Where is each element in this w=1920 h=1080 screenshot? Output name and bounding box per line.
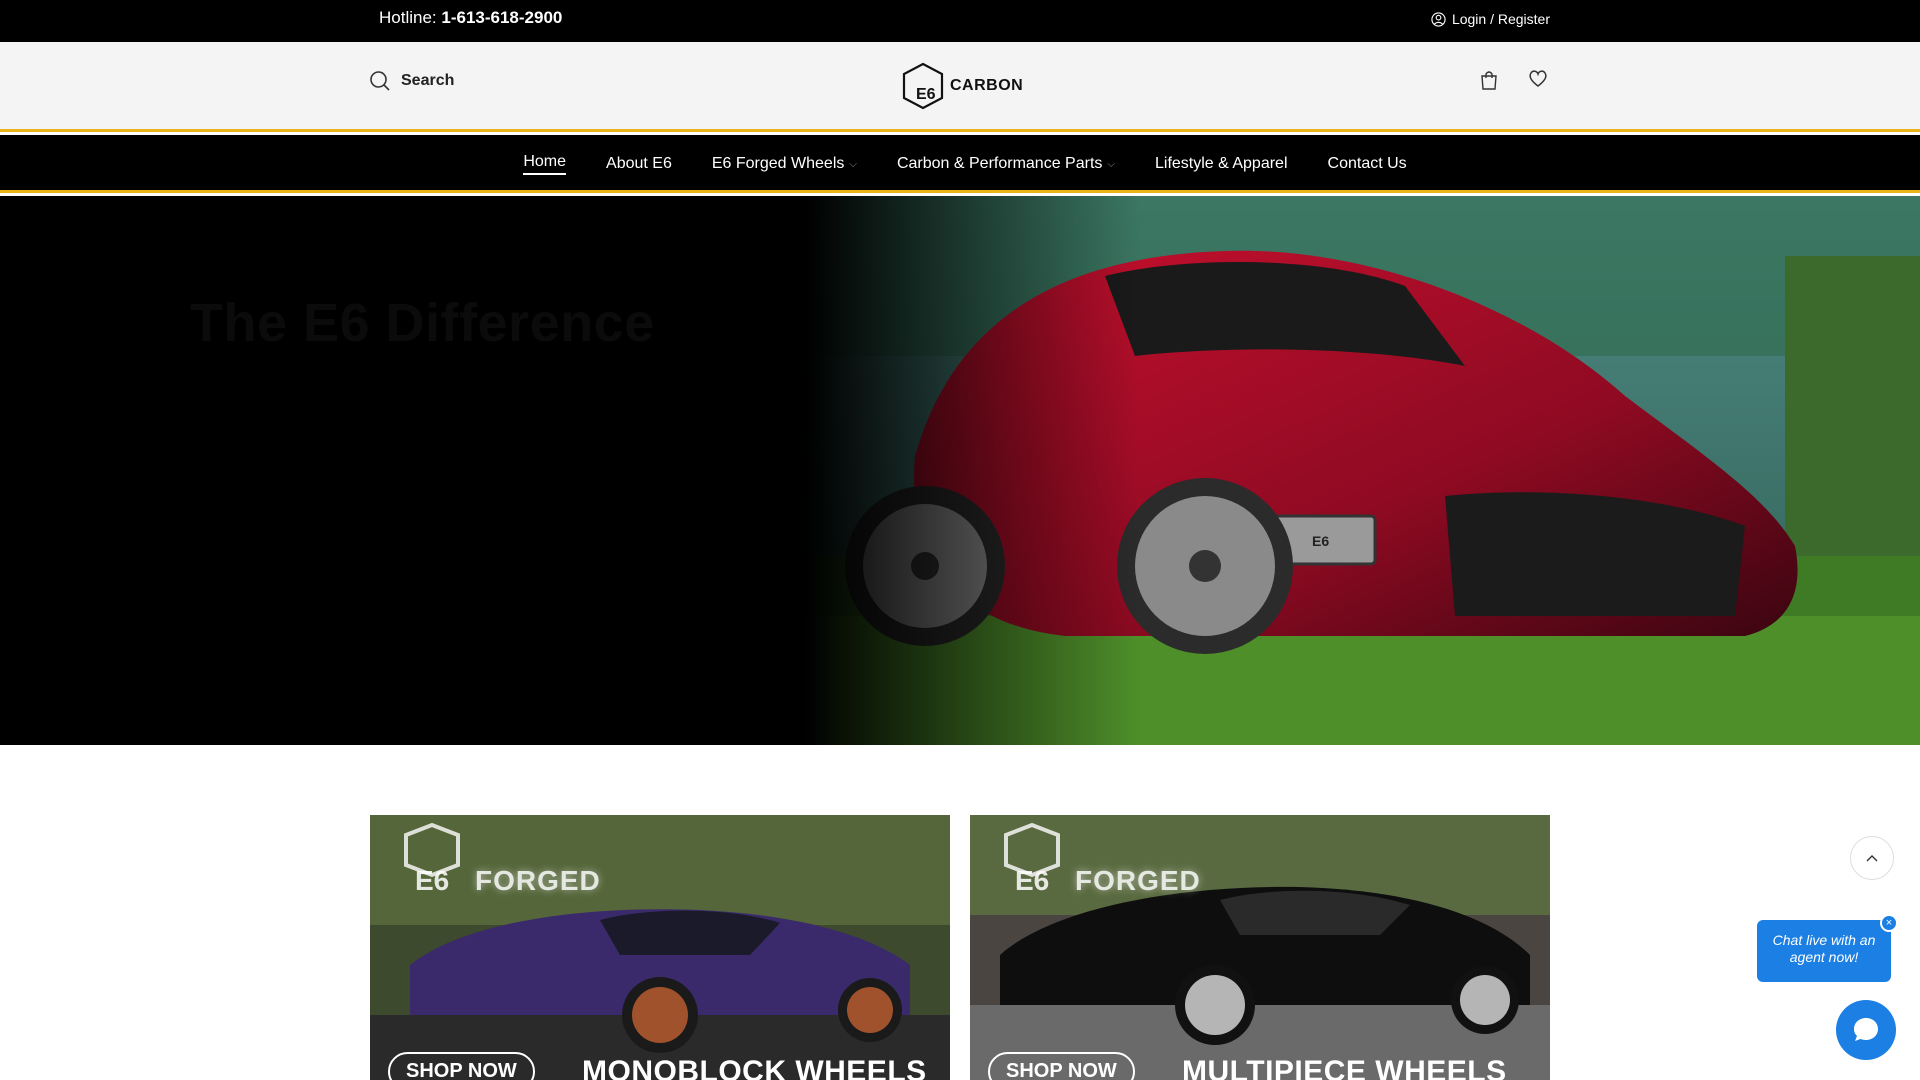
nav-item-label: Lifestyle & Apparel (1154, 155, 1288, 172)
search-button[interactable]: Search (369, 70, 454, 92)
shop-now-button[interactable]: SHOP NOW (388, 1052, 535, 1080)
chat-launcher-button[interactable] (1836, 1000, 1896, 1060)
logo-mark: E6 (916, 86, 936, 103)
nav-item-label: About E6 (606, 155, 672, 172)
chat-icon (1854, 1018, 1878, 1041)
user-icon (1431, 11, 1446, 27)
card-title: MULTIPIECE WHEELS (1182, 1055, 1507, 1080)
nav-item-lifestyle[interactable]: Lifestyle & Apparel (1155, 153, 1288, 175)
logo-hexagon-icon: E6 (902, 62, 944, 110)
nav-list: Home About E6 E6 Forged Wheels ⌵ Carbon &… (0, 135, 1920, 175)
nav-item-home[interactable]: Home (523, 153, 567, 175)
card-monoblock-wheels[interactable]: E6 FORGED SHOP NOW MONOBLOCK WHEELS (370, 815, 950, 1080)
nav-item-label: Carbon & Performance Parts (896, 155, 1103, 172)
chevron-down-icon: ⌵ (849, 158, 857, 170)
nav-item-label: Home (523, 153, 567, 175)
nav-item-carbon-parts[interactable]: Carbon & Performance Parts ⌵ (897, 153, 1115, 175)
nav-item-forged-wheels[interactable]: E6 Forged Wheels ⌵ (712, 153, 857, 175)
card-multipiece-wheels[interactable]: E6 FORGED SHOP NOW MULTIPIECE WHEELS (970, 815, 1550, 1080)
chevron-down-icon: ⌵ (1107, 158, 1115, 170)
chat-prompt-text: Chat live with an agent now! (1772, 932, 1876, 965)
site-logo[interactable]: E6 CARBON (900, 62, 1023, 110)
nav-item-contact[interactable]: Contact Us (1328, 153, 1407, 175)
chevron-up-icon (1866, 855, 1878, 862)
card-title: MONOBLOCK WHEELS (582, 1055, 927, 1080)
card-brand: FORGED (1075, 865, 1201, 896)
cart-icon[interactable] (1480, 70, 1498, 90)
search-icon (370, 71, 390, 91)
card-mark: E6 (415, 865, 450, 896)
login-register-label: Login / Register (1451, 11, 1550, 27)
top-bar: Hotline: 1-613-618-2900 Login / Register (0, 0, 1920, 42)
hero-car-image: E6 (805, 196, 1920, 745)
card-brand: FORGED (475, 865, 601, 896)
purple-car-image (370, 815, 950, 1080)
black-car-image (970, 815, 1550, 1080)
collection-cards: E6 FORGED SHOP NOW MONOBLOCK WHEELS E6 F… (370, 815, 1550, 1080)
hero-banner: E6 The E6 Difference (0, 196, 1920, 745)
logo-text: CARBON (950, 77, 1024, 94)
nav-item-label: Contact Us (1327, 155, 1407, 172)
shop-now-button[interactable]: SHOP NOW (988, 1052, 1135, 1080)
heart-icon[interactable] (1528, 70, 1548, 88)
site-header: Search E6 CARBON (0, 42, 1920, 132)
login-register-link[interactable]: Login / Register (1431, 11, 1550, 27)
search-label: Search (401, 72, 455, 89)
nav-item-about[interactable]: About E6 (606, 153, 672, 175)
hotline-label: Hotline: (379, 8, 437, 27)
hotline: Hotline: 1-613-618-2900 (379, 8, 562, 28)
scroll-to-top-button[interactable] (1850, 836, 1894, 880)
hotline-number[interactable]: 1-613-618-2900 (441, 8, 562, 27)
hero-title: The E6 Difference (190, 293, 655, 353)
chat-prompt-bubble[interactable]: Chat live with an agent now! (1757, 920, 1891, 982)
card-mark: E6 (1015, 865, 1050, 896)
main-nav: Home About E6 E6 Forged Wheels ⌵ Carbon &… (0, 135, 1920, 193)
header-icons (1480, 70, 1548, 90)
chat-close-button[interactable]: × (1880, 914, 1898, 932)
nav-item-label: E6 Forged Wheels (711, 155, 845, 172)
